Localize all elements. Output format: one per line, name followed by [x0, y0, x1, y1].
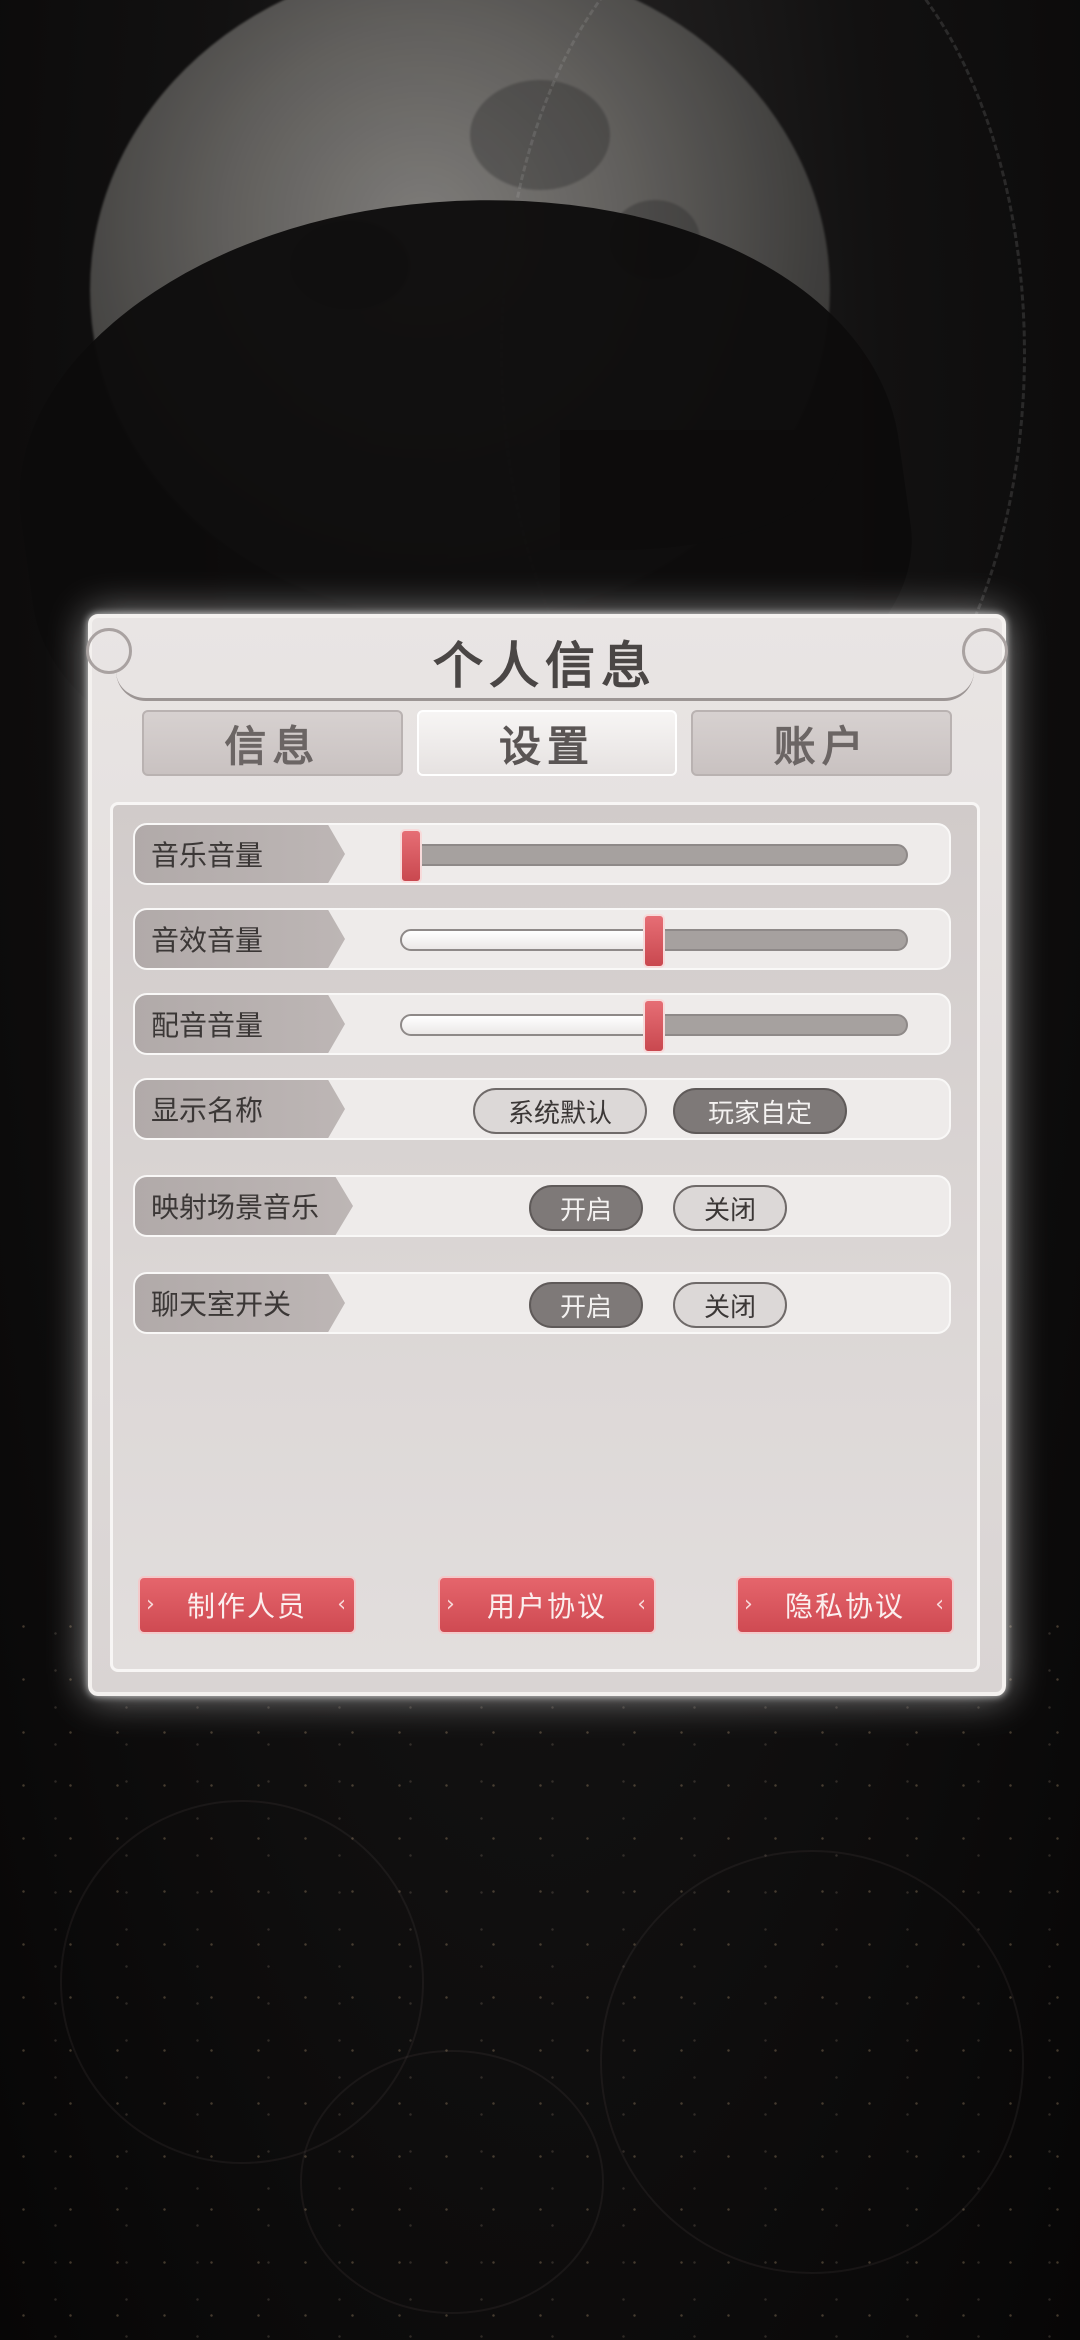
sfx-volume-label: 音效音量	[135, 910, 345, 968]
chatroom-off-button[interactable]: 关闭	[673, 1282, 787, 1328]
starfield	[0, 1600, 1080, 2340]
page-title: 个人信息	[433, 636, 657, 695]
display-name-row: 显示名称 系统默认 玩家自定	[133, 1078, 951, 1140]
player-custom-button[interactable]: 玩家自定	[673, 1088, 847, 1134]
privacy-agreement-button[interactable]: › 隐私协议 ‹	[736, 1576, 954, 1634]
scene-music-on-button[interactable]: 开启	[529, 1185, 643, 1231]
scene-music-label: 映射场景音乐	[135, 1177, 353, 1235]
privacy-agreement-label: 隐私协议	[784, 1590, 905, 1623]
display-name-label: 显示名称	[135, 1080, 345, 1138]
voice-volume-label: 配音音量	[135, 995, 345, 1053]
chevron-left-icon: ‹	[935, 1592, 946, 1617]
sfx-volume-row: 音效音量	[133, 908, 951, 970]
chatroom-on-button[interactable]: 开启	[529, 1282, 643, 1328]
credits-button[interactable]: › 制作人员 ‹	[138, 1576, 356, 1634]
credits-label: 制作人员	[186, 1590, 307, 1623]
settings-content: 音乐音量 音效音量 配音音量 显示名称 系统默认 玩家自定 映射场景音乐 开启 …	[110, 802, 980, 1672]
voice-volume-thumb[interactable]	[643, 999, 665, 1053]
voice-volume-fill	[402, 1016, 654, 1034]
personal-info-panel: 个人信息 信息 设置 账户 音乐音量 音效音量 配音音量 显示名称 系统默认 玩…	[86, 614, 1008, 1696]
music-volume-thumb[interactable]	[400, 829, 422, 883]
scene-music-off-button[interactable]: 关闭	[673, 1185, 787, 1231]
tab-bar: 信息 设置 账户	[142, 710, 953, 776]
chatroom-row: 聊天室开关 开启 关闭	[133, 1272, 951, 1334]
chevron-left-icon: ‹	[637, 1592, 648, 1617]
user-agreement-label: 用户协议	[486, 1590, 607, 1623]
sfx-volume-fill	[402, 931, 654, 949]
chevron-left-icon: ‹	[337, 1592, 348, 1617]
chevron-right-icon: ›	[446, 1592, 457, 1617]
music-volume-row: 音乐音量	[133, 823, 951, 885]
chevron-right-icon: ›	[146, 1592, 157, 1617]
music-volume-label: 音乐音量	[135, 825, 345, 883]
title-bar: 个人信息	[116, 626, 974, 701]
tab-info[interactable]: 信息	[142, 710, 403, 776]
voice-volume-row: 配音音量	[133, 993, 951, 1055]
system-default-button[interactable]: 系统默认	[473, 1088, 647, 1134]
user-agreement-button[interactable]: › 用户协议 ‹	[438, 1576, 656, 1634]
tab-account[interactable]: 账户	[691, 710, 953, 776]
sfx-volume-thumb[interactable]	[643, 914, 665, 968]
scene-music-row: 映射场景音乐 开启 关闭	[133, 1175, 951, 1237]
game-screen: 个人信息 信息 设置 账户 音乐音量 音效音量 配音音量 显示名称 系统默认 玩…	[0, 0, 1080, 2340]
chevron-right-icon: ›	[744, 1592, 755, 1617]
chatroom-label: 聊天室开关	[135, 1274, 345, 1332]
tab-settings[interactable]: 设置	[416, 710, 678, 776]
music-volume-track[interactable]	[400, 844, 908, 866]
